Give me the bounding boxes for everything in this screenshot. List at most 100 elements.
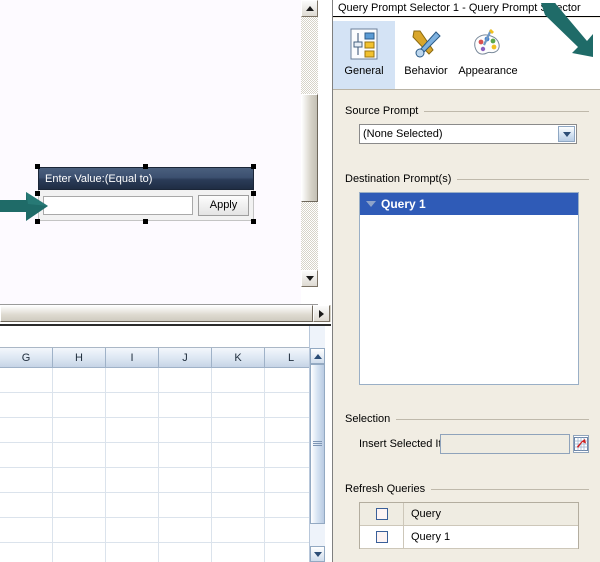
scroll-thumb[interactable] [301,94,318,202]
grid-cell-h3[interactable] [53,418,106,443]
grid-cell-h6[interactable] [53,493,106,518]
grid-cell-k7[interactable] [212,518,265,543]
grid-cell-h8[interactable] [53,543,106,562]
refresh-queries-table[interactable]: Query Query 1 [359,502,579,549]
grid-row[interactable] [0,443,318,468]
enter-value-prompt-widget[interactable]: Enter Value: (Equal to) Apply [38,167,254,221]
grid-cell-j8[interactable] [159,543,212,562]
grid-cell-h4[interactable] [53,443,106,468]
grid-cell-i3[interactable] [106,418,159,443]
prompt-body: Apply [38,190,254,221]
grid-cell-k8[interactable] [212,543,265,562]
grid-cell-k3[interactable] [212,418,265,443]
grid-cell-g5[interactable] [0,468,53,493]
destination-prompts-listbox[interactable]: Query 1 [359,192,579,385]
grid-cell-j1[interactable] [159,368,212,393]
tab-general[interactable]: General [333,21,395,89]
selection-handle-n[interactable] [143,164,148,169]
grid-row[interactable] [0,418,318,443]
grid-cell-i2[interactable] [106,393,159,418]
table-row[interactable]: Query 1 [360,526,578,549]
grid-cell-g6[interactable] [0,493,53,518]
selection-handle-e[interactable] [251,191,256,196]
tab-behavior[interactable]: Behavior [395,21,457,89]
grid-cell-k4[interactable] [212,443,265,468]
grid-cell-g1[interactable] [0,368,53,393]
selection-handle-w[interactable] [35,191,40,196]
left-pane-vertical-scrollbar[interactable] [301,0,318,304]
select-all-cell[interactable] [360,503,404,526]
grid-cell-i4[interactable] [106,443,159,468]
scroll-down-button[interactable] [301,270,318,287]
grid-cell-h2[interactable] [53,393,106,418]
select-all-checkbox[interactable] [375,508,388,520]
range-select-icon[interactable] [572,435,589,453]
column-header-h[interactable]: H [53,348,106,368]
grid-cell-g3[interactable] [0,418,53,443]
grid-row[interactable] [0,543,318,562]
source-prompt-combobox[interactable]: (None Selected) [359,124,577,144]
chevron-up-icon [313,353,322,359]
grid-cell-h7[interactable] [53,518,106,543]
scroll-up-button[interactable] [301,0,318,17]
spreadsheet[interactable]: GHIJKL [0,324,331,562]
left-pane-horizontal-scrollbar[interactable] [0,305,331,322]
grid-row[interactable] [0,393,318,418]
list-item[interactable]: Query 1 [360,193,578,215]
design-canvas[interactable]: Enter Value: (Equal to) Apply [0,0,318,305]
sheet-scroll-down-button[interactable] [310,546,325,562]
grid-cell-j2[interactable] [159,393,212,418]
triangle-collapse-icon[interactable] [366,201,376,207]
grid-row[interactable] [0,468,318,493]
grid-row[interactable] [0,368,318,393]
chevron-down-icon[interactable] [558,126,575,142]
hscroll-thumb[interactable] [0,305,313,322]
sheet-scroll-thumb[interactable] [310,364,325,524]
selection-handle-se[interactable] [251,219,256,224]
grid-cell-i8[interactable] [106,543,159,562]
grid-cell-i5[interactable] [106,468,159,493]
prompt-value-input[interactable] [43,195,193,215]
formula-bar[interactable] [0,326,318,348]
column-header-g[interactable]: G [0,348,53,368]
grid-cell-k1[interactable] [212,368,265,393]
grid-cell-j3[interactable] [159,418,212,443]
column-header-k[interactable]: K [212,348,265,368]
selection-handle-ne[interactable] [251,164,256,169]
grid-cell-g7[interactable] [0,518,53,543]
grid-cell-h1[interactable] [53,368,106,393]
grid-cell-i6[interactable] [106,493,159,518]
selection-handle-sw[interactable] [35,219,40,224]
grid-cell-k2[interactable] [212,393,265,418]
grid-cell-k6[interactable] [212,493,265,518]
grid-rows[interactable] [0,368,318,562]
column-header-j[interactable]: J [159,348,212,368]
insert-selected-item-input[interactable] [439,434,570,454]
grid-cell-g2[interactable] [0,393,53,418]
grid-cell-k5[interactable] [212,468,265,493]
grid-row[interactable] [0,493,318,518]
row-checkbox-cell[interactable] [360,526,404,549]
refresh-queries-group: Refresh Queries Query Query 1 [345,482,589,549]
grid-cell-i1[interactable] [106,368,159,393]
grid-cell-j6[interactable] [159,493,212,518]
grid-cell-j5[interactable] [159,468,212,493]
grip-icon [313,441,322,446]
grid-cell-g4[interactable] [0,443,53,468]
hscroll-right-button[interactable] [313,305,330,322]
apply-button[interactable]: Apply [198,194,249,216]
grid-cell-h5[interactable] [53,468,106,493]
spreadsheet-vertical-scrollbar[interactable] [309,326,325,562]
tab-appearance[interactable]: Appearance [457,21,519,89]
column-header-i[interactable]: I [106,348,159,368]
sheet-scroll-up-button[interactable] [310,348,325,364]
selection-handle-nw[interactable] [35,164,40,169]
chevron-up-icon [305,6,314,11]
grid-cell-j4[interactable] [159,443,212,468]
grid-cell-i7[interactable] [106,518,159,543]
grid-row[interactable] [0,518,318,543]
grid-cell-j7[interactable] [159,518,212,543]
row-checkbox[interactable] [375,531,388,543]
grid-cell-g8[interactable] [0,543,53,562]
selection-handle-s[interactable] [143,219,148,224]
